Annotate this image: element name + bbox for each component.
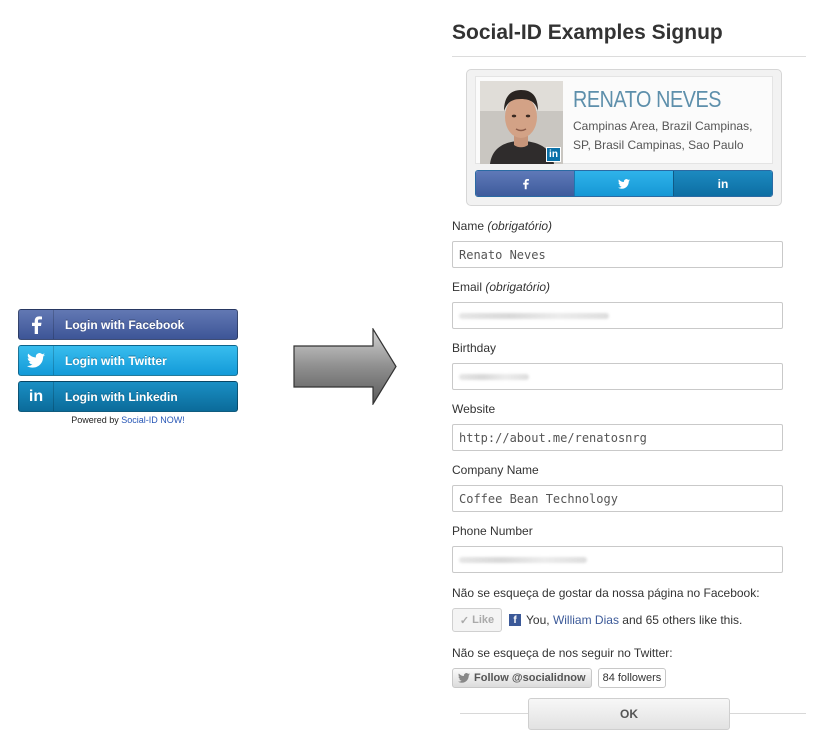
company-input-value: Coffee Bean Technology bbox=[459, 491, 618, 506]
login-facebook-button[interactable]: Login with Facebook bbox=[18, 309, 238, 340]
linkedin-icon: in bbox=[717, 176, 729, 191]
signup-panel: Social-ID Examples Signup in RENATO NEVE… bbox=[452, 0, 807, 688]
linkedin-badge-icon: in bbox=[546, 147, 561, 162]
facebook-tab[interactable] bbox=[476, 171, 574, 196]
login-linkedin-button[interactable]: in Login with Linkedin bbox=[18, 381, 238, 412]
facebook-icon bbox=[19, 310, 54, 339]
powered-prefix: Powered by bbox=[71, 415, 119, 425]
like-text-suffix: and 65 others like this. bbox=[622, 613, 743, 627]
profile-location: Campinas Area, Brazil Campinas, SP, Bras… bbox=[573, 119, 753, 152]
login-twitter-button[interactable]: Login with Twitter bbox=[18, 345, 238, 376]
redacted-email bbox=[459, 312, 609, 319]
name-label: Name (obrigatório) bbox=[452, 219, 807, 233]
like-friend-link[interactable]: William Dias bbox=[553, 613, 619, 627]
phone-label: Phone Number bbox=[452, 524, 533, 538]
phone-input[interactable] bbox=[452, 546, 783, 573]
redacted-birthday bbox=[459, 373, 529, 380]
name-required-hint: (obrigatório) bbox=[487, 219, 553, 233]
twitter-bird-icon bbox=[19, 346, 54, 375]
name-input-value: Renato Neves bbox=[459, 247, 546, 262]
name-input[interactable]: Renato Neves bbox=[452, 241, 783, 268]
login-facebook-label: Login with Facebook bbox=[65, 317, 185, 332]
website-input-value: http://about.me/renatosnrg bbox=[459, 430, 647, 445]
login-linkedin-label: Login with Linkedin bbox=[65, 389, 178, 404]
facebook-icon bbox=[522, 178, 529, 189]
facebook-icon: f bbox=[509, 614, 521, 626]
email-label: Email (obrigatório) bbox=[452, 280, 807, 294]
email-input[interactable] bbox=[452, 302, 783, 329]
linkedin-tab[interactable]: in bbox=[673, 171, 772, 196]
login-twitter-label: Login with Twitter bbox=[65, 353, 167, 368]
twitter-note: Não se esqueça de nos seguir no Twitter: bbox=[452, 646, 673, 660]
linkedin-icon: in bbox=[19, 382, 54, 411]
powered-by-text: Powered by Social-ID NOW! bbox=[18, 415, 238, 425]
redacted-phone bbox=[459, 556, 587, 563]
social-network-bar: in bbox=[475, 170, 773, 197]
page-title: Social-ID Examples Signup bbox=[452, 0, 806, 57]
follow-button[interactable]: Follow @socialidnow bbox=[452, 668, 592, 688]
social-id-link[interactable]: Social-ID NOW! bbox=[121, 415, 185, 425]
profile-card: in RENATO NEVES Campinas Area, Brazil Ca… bbox=[466, 69, 782, 206]
company-input[interactable]: Coffee Bean Technology bbox=[452, 485, 783, 512]
email-required-hint: (obrigatório) bbox=[485, 280, 551, 294]
like-button-label: Like bbox=[472, 614, 495, 626]
company-label: Company Name bbox=[452, 463, 539, 477]
followers-count: 84 followers bbox=[597, 668, 667, 688]
profile-name: RENATO NEVES bbox=[573, 86, 722, 112]
follow-button-label: Follow @socialidnow bbox=[474, 672, 586, 684]
profile-info: in RENATO NEVES Campinas Area, Brazil Ca… bbox=[475, 76, 773, 164]
birthday-label: Birthday bbox=[452, 341, 497, 355]
twitter-bird-icon bbox=[618, 178, 630, 189]
twitter-bird-icon bbox=[458, 673, 470, 683]
ok-button[interactable]: OK bbox=[528, 698, 730, 730]
website-label: Website bbox=[452, 402, 496, 416]
birthday-input[interactable] bbox=[452, 363, 783, 390]
like-button[interactable]: ✓ Like bbox=[452, 608, 502, 632]
twitter-tab[interactable] bbox=[574, 171, 673, 196]
facebook-like-row: ✓ Like f You, William Dias and 65 others… bbox=[452, 608, 807, 632]
name-label-text: Name bbox=[452, 219, 485, 233]
website-input[interactable]: http://about.me/renatosnrg bbox=[452, 424, 783, 451]
social-login-widget: Login with Facebook Login with Twitter i… bbox=[18, 309, 238, 425]
twitter-follow-row: Follow @socialidnow 84 followers bbox=[452, 668, 807, 688]
like-text-prefix: You, bbox=[526, 613, 550, 627]
facebook-note: Não se esqueça de gostar da nossa página… bbox=[452, 586, 760, 600]
email-label-text: Email bbox=[452, 280, 483, 294]
check-icon: ✓ bbox=[459, 614, 470, 627]
right-arrow-icon bbox=[293, 328, 397, 405]
